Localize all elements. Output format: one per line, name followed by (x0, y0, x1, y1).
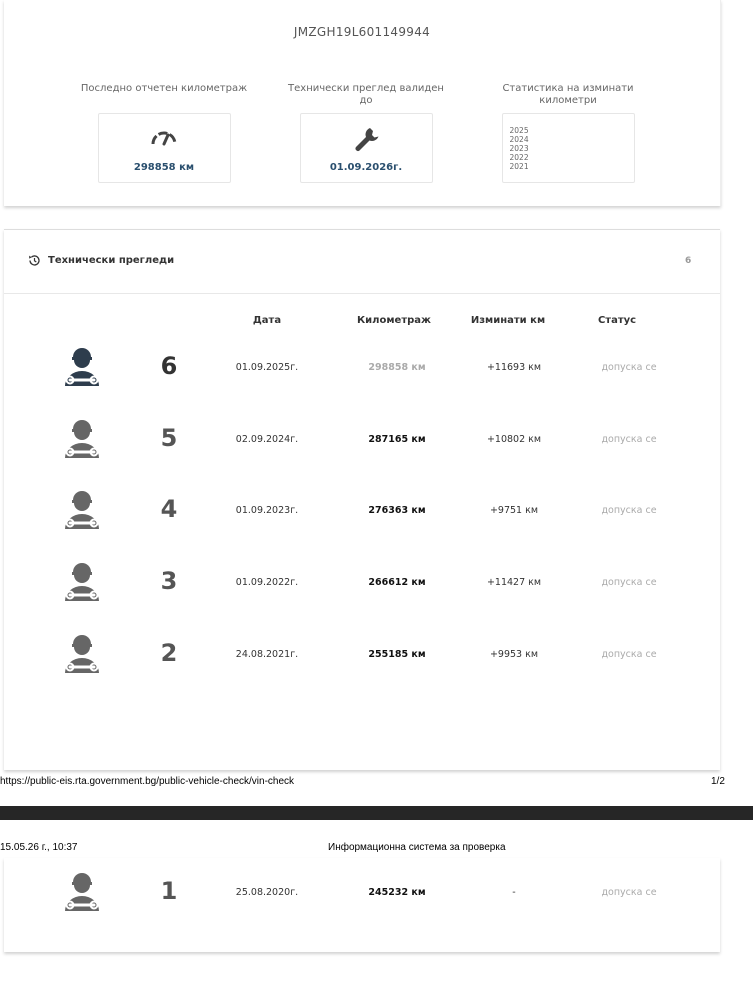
year-item: 2023 (509, 144, 529, 153)
stat-label: Последно отчетен километраж (80, 83, 248, 94)
stat-box: 298858 км (97, 113, 231, 183)
inspection-status: допуска се (601, 505, 657, 516)
inspections-card: Технически прегледи 6 Дата Километраж Из… (4, 229, 720, 770)
table-row: 1 25.08.2020г. 245232 км - допуска се (4, 870, 720, 920)
inspection-diff: +9953 км (489, 649, 539, 660)
stat-value: 01.09.2026г. (329, 162, 403, 173)
inspection-diff: - (512, 887, 516, 898)
column-header-diff: Изминати км (470, 315, 546, 326)
inspection-number: 3 (160, 567, 178, 595)
inspection-status: допуска се (601, 362, 657, 373)
mechanic-icon (65, 420, 99, 458)
inspection-diff: +9751 км (489, 505, 539, 516)
print-url: https://public-eis.rta.government.bg/pub… (0, 776, 295, 787)
inspection-status: допуска се (601, 887, 657, 898)
inspection-status: допуска се (601, 649, 657, 660)
stat-box: 01.09.2026г. (299, 113, 433, 183)
year-item: 2025 (509, 126, 529, 135)
table-row: 5 02.09.2024г. 287165 км +10802 км допус… (4, 417, 720, 467)
inspection-valid-stat: Технически преглед валиден до 01.09.2026… (281, 83, 451, 183)
column-header-km: Километраж (357, 315, 431, 326)
inspection-diff: +10802 км (486, 434, 542, 445)
vin-number: JMZGH19L601149944 (293, 25, 431, 39)
inspection-number: 1 (160, 877, 178, 905)
year-item: 2022 (509, 153, 529, 162)
inspection-date: 01.09.2023г. (235, 505, 299, 516)
inspection-date: 25.08.2020г. (235, 887, 299, 898)
stat-box: 2025 2024 2023 2022 2021 (501, 113, 635, 183)
header-divider (4, 293, 720, 294)
vehicle-summary-card: JMZGH19L601149944 Последно отчетен килом… (4, 0, 721, 206)
inspection-number: 5 (160, 424, 178, 452)
mechanic-icon (65, 491, 99, 529)
table-row: 2 24.08.2021г. 255185 км +9953 км допуск… (4, 632, 720, 682)
print-title: Информационна система за проверка (328, 842, 506, 853)
speedometer-icon (151, 131, 177, 146)
inspection-number: 6 (160, 352, 178, 380)
mechanic-icon (65, 873, 99, 911)
inspection-date: 01.09.2022г. (235, 577, 299, 588)
year-list: 2025 2024 2023 2022 2021 (510, 126, 529, 171)
last-mileage-stat: Последно отчетен километраж 298858 км (79, 83, 249, 183)
stat-label: Технически преглед валиден до (288, 83, 444, 106)
table-row: 4 01.09.2023г. 276363 км +9751 км допуск… (4, 488, 720, 538)
inspection-number: 4 (160, 495, 178, 523)
table-row: 3 01.09.2022г. 266612 км +11427 км допус… (4, 560, 720, 610)
inspections-count: 6 (685, 256, 692, 266)
column-header-status: Статус (597, 315, 637, 326)
table-row: 6 01.09.2025г. 298858 км +11693 км допус… (4, 345, 720, 395)
column-header-date: Дата (252, 315, 282, 326)
page-break-bar (0, 806, 753, 820)
inspection-status: допуска се (601, 577, 657, 588)
year-item: 2021 (509, 162, 529, 171)
inspection-date: 02.09.2024г. (235, 434, 299, 445)
inspection-diff: +11427 км (486, 577, 542, 588)
inspection-date: 24.08.2021г. (235, 649, 299, 660)
inspection-km: 266612 км (368, 577, 426, 588)
inspection-km: 276363 км (368, 505, 426, 516)
inspection-km: 287165 км (368, 434, 426, 445)
history-icon (29, 255, 40, 266)
year-item: 2024 (509, 135, 529, 144)
inspection-date: 01.09.2025г. (235, 362, 299, 373)
inspection-diff: +11693 км (486, 362, 542, 373)
inspection-km: 255185 км (368, 649, 426, 660)
wrench-icon (355, 128, 379, 151)
stat-label: Статистика на изминати километри (502, 83, 634, 106)
inspections-card-continued: 1 25.08.2020г. 245232 км - допуска се (4, 858, 720, 952)
print-datetime: 15.05.26 г., 10:37 (0, 842, 78, 853)
inspections-title: Технически прегледи (48, 255, 175, 266)
inspection-km: 298858 км (368, 362, 426, 373)
stat-value: 298858 км (133, 162, 195, 173)
mechanic-icon (65, 635, 99, 673)
mechanic-icon (65, 348, 99, 386)
inspection-status: допуска се (601, 434, 657, 445)
mileage-statistics-stat: Статистика на изминати километри 2025 20… (483, 83, 653, 183)
print-page-number: 1/2 (711, 776, 725, 787)
mechanic-icon (65, 563, 99, 601)
inspection-km: 245232 км (368, 887, 426, 898)
inspection-number: 2 (160, 639, 178, 667)
